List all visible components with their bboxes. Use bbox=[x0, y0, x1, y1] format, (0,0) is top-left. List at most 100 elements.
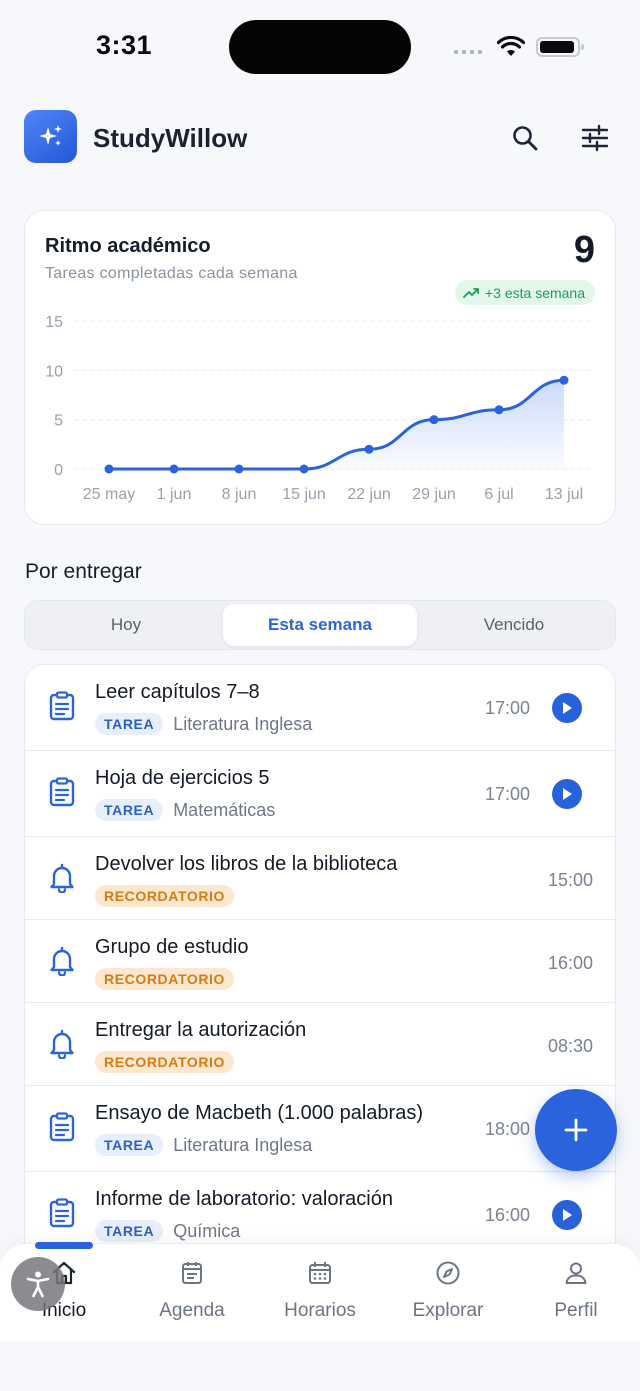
start-item-button[interactable] bbox=[552, 1200, 582, 1230]
list-item[interactable]: Devolver los libros de la biblioteca RECO… bbox=[25, 837, 615, 920]
search-icon bbox=[513, 126, 538, 151]
list-item[interactable]: Ensayo de Macbeth (1.000 palabras) TAREA L… bbox=[25, 1086, 615, 1172]
due-items-list: Leer capítulos 7–8 TAREA Literatura Ingles… bbox=[24, 664, 616, 1284]
notebook-icon bbox=[177, 1258, 207, 1288]
app-screen: 3:31 StudyWillow Ritmo académico Tareas … bbox=[0, 0, 640, 1391]
data-point bbox=[234, 464, 244, 474]
item-title: Ensayo de Macbeth (1.000 palabras) bbox=[95, 1102, 423, 1124]
item-due-time: 16:00 bbox=[548, 953, 594, 973]
item-due-time: 15:00 bbox=[548, 870, 594, 890]
app-title: StudyWillow bbox=[93, 123, 248, 153]
item-title: Entregar la autorización bbox=[95, 1019, 307, 1041]
segment-today[interactable]: Hoy bbox=[29, 604, 223, 646]
data-point bbox=[364, 444, 374, 454]
tab-horarios[interactable]: Horarios bbox=[256, 1254, 384, 1334]
item-meta: RECORDATORIO bbox=[95, 1051, 235, 1073]
start-item-button[interactable] bbox=[552, 779, 582, 809]
clipboard-icon bbox=[47, 777, 77, 807]
item-due-time: 18:00 bbox=[485, 1119, 531, 1139]
play-icon bbox=[563, 702, 572, 714]
item-title: Grupo de estudio bbox=[95, 936, 249, 958]
data-point bbox=[494, 405, 504, 415]
x-tick-label: 1 jun bbox=[157, 486, 192, 503]
item-course: Matemáticas bbox=[173, 799, 276, 820]
sliders-icon bbox=[581, 124, 609, 152]
item-course: Química bbox=[173, 1220, 241, 1241]
weekly-tasks-chart: 15 10 5 0 25 may 1 jun 8 jun 15 jun 22 jun 29 jun… bbox=[45, 314, 593, 503]
bell-icon bbox=[47, 1029, 77, 1059]
bottom-tab-bar: Inicio Agenda Horarios Explorar Perfil bbox=[0, 1242, 640, 1341]
compass-icon bbox=[433, 1258, 463, 1288]
list-item[interactable]: Entregar la autorización RECORDATORIO 08:3… bbox=[25, 1003, 615, 1086]
sparkles-icon bbox=[24, 110, 77, 163]
active-tab-indicator bbox=[35, 1242, 93, 1249]
play-icon bbox=[563, 788, 572, 800]
y-tick-label: 15 bbox=[45, 314, 63, 331]
add-item-button[interactable] bbox=[535, 1089, 617, 1171]
item-due-time: 16:00 bbox=[485, 1205, 531, 1225]
y-tick-label: 0 bbox=[54, 462, 63, 479]
segment-this-week[interactable]: Esta semana bbox=[223, 604, 417, 646]
bell-icon bbox=[47, 946, 77, 976]
item-title: Informe de laboratorio: valoración bbox=[95, 1188, 393, 1210]
item-type-badge: TAREA bbox=[95, 713, 164, 735]
list-item[interactable]: Hoja de ejercicios 5 TAREA Matemáticas 17:0… bbox=[25, 751, 615, 837]
clipboard-icon bbox=[47, 1198, 77, 1228]
accessibility-button[interactable] bbox=[11, 1257, 65, 1311]
play-icon bbox=[563, 1209, 572, 1221]
tab-label: Horarios bbox=[284, 1300, 356, 1321]
clipboard-icon bbox=[47, 691, 77, 721]
due-filter-segmented: Hoy Esta semana Vencido bbox=[24, 600, 616, 650]
tab-label: Explorar bbox=[412, 1300, 484, 1321]
tab-agenda[interactable]: Agenda bbox=[128, 1254, 256, 1334]
item-due-time: 17:00 bbox=[485, 698, 531, 718]
search-button[interactable] bbox=[505, 118, 545, 158]
y-tick-label: 10 bbox=[45, 363, 63, 380]
list-item[interactable]: Grupo de estudio RECORDATORIO 16:00 bbox=[25, 920, 615, 1003]
item-type-badge: TAREA bbox=[95, 1134, 164, 1156]
start-item-button[interactable] bbox=[552, 693, 582, 723]
plus-icon bbox=[564, 1118, 588, 1142]
item-meta: RECORDATORIO bbox=[95, 968, 235, 990]
app-header: StudyWillow bbox=[0, 105, 640, 169]
x-tick-label: 6 jul bbox=[484, 486, 513, 503]
item-course: Literatura Inglesa bbox=[173, 1134, 313, 1155]
academic-pace-card: Ritmo académico Tareas completadas cada … bbox=[24, 210, 616, 525]
item-title: Devolver los libros de la biblioteca bbox=[95, 853, 398, 875]
item-type-badge: RECORDATORIO bbox=[95, 968, 235, 990]
status-time: 3:31 bbox=[96, 30, 153, 60]
data-point bbox=[559, 375, 569, 385]
section-title: Por entregar bbox=[25, 560, 142, 583]
user-icon bbox=[561, 1258, 591, 1288]
bell-icon bbox=[47, 863, 77, 893]
y-tick-label: 5 bbox=[54, 413, 63, 430]
item-title: Hoja de ejercicios 5 bbox=[95, 767, 270, 789]
x-tick-label: 8 jun bbox=[222, 486, 257, 503]
x-tick-label: 29 jun bbox=[412, 486, 456, 503]
tab-perfil[interactable]: Perfil bbox=[512, 1254, 640, 1334]
data-point bbox=[104, 464, 114, 474]
tab-label: Agenda bbox=[159, 1300, 225, 1321]
series-area bbox=[109, 380, 564, 469]
tab-label: Perfil bbox=[554, 1300, 598, 1321]
data-point bbox=[299, 464, 309, 474]
item-type-badge: RECORDATORIO bbox=[95, 885, 235, 907]
x-tick-label: 13 jul bbox=[545, 486, 583, 503]
tab-explorar[interactable]: Explorar bbox=[384, 1254, 512, 1334]
item-meta: RECORDATORIO bbox=[95, 885, 235, 907]
list-item[interactable]: Leer capítulos 7–8 TAREA Literatura Ingles… bbox=[25, 665, 615, 751]
signal-icon bbox=[454, 50, 482, 54]
accessibility-icon bbox=[26, 1271, 50, 1298]
x-tick-label: 22 jun bbox=[347, 486, 391, 503]
item-meta: TAREA Literatura Inglesa bbox=[95, 713, 312, 735]
x-tick-label: 15 jun bbox=[282, 486, 326, 503]
filter-button[interactable] bbox=[575, 118, 615, 158]
segment-overdue[interactable]: Vencido bbox=[417, 604, 611, 646]
item-meta: TAREA Matemáticas bbox=[95, 799, 275, 821]
x-tick-label: 25 may bbox=[83, 486, 135, 503]
item-meta: TAREA Química bbox=[95, 1220, 240, 1242]
data-point bbox=[169, 464, 179, 474]
item-type-badge: TAREA bbox=[95, 1220, 164, 1242]
home-indicator-area bbox=[0, 1341, 640, 1391]
item-meta: TAREA Literatura Inglesa bbox=[95, 1134, 312, 1156]
